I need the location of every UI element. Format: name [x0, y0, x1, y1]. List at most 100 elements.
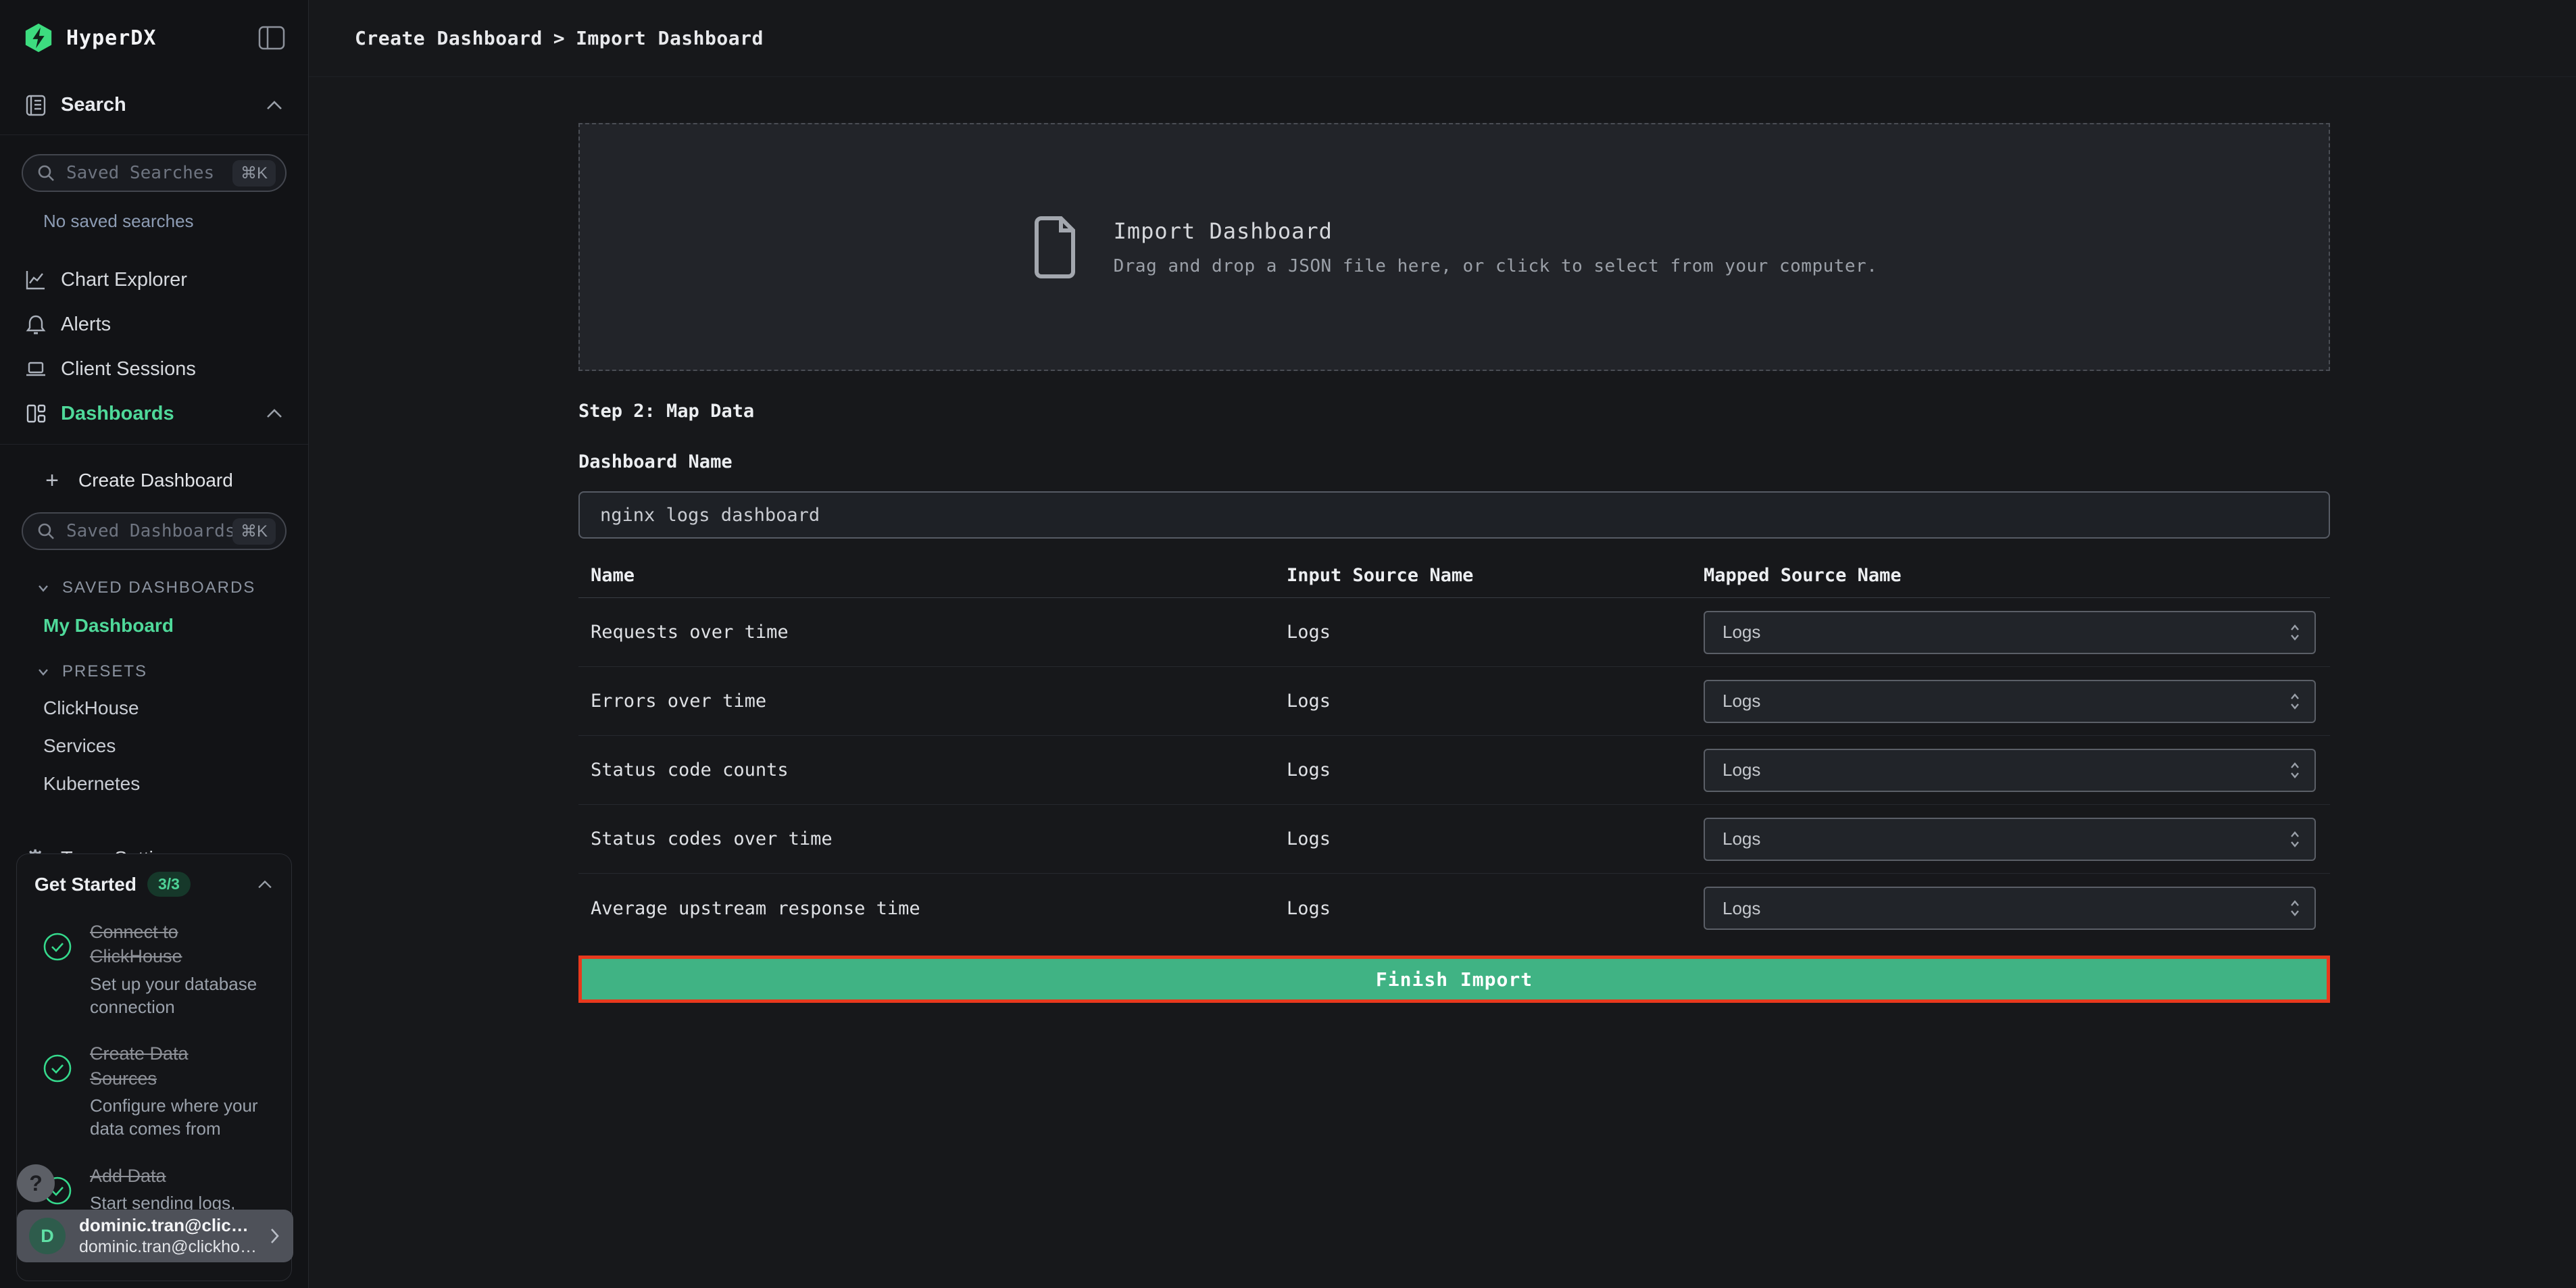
selected-option: Logs [1723, 898, 1760, 919]
get-started-header[interactable]: Get Started 3/3 [34, 872, 274, 897]
table-row: Status codes over time Logs Logs [578, 805, 2330, 874]
row-input-source: Logs [1287, 622, 1704, 643]
no-saved-searches-text: No saved searches [43, 211, 308, 232]
sidebar-item-kubernetes[interactable]: Kubernetes [43, 773, 308, 795]
app-root: HyperDX Search Saved Searches ⌘K No save… [0, 0, 2576, 1288]
get-started-item-sources[interactable]: Create Data Sources Configure where your… [34, 1041, 274, 1140]
table-row: Status code counts Logs Logs [578, 736, 2330, 805]
create-dashboard-button[interactable]: + Create Dashboard [0, 460, 308, 501]
get-started-item-title: Add Data [90, 1164, 259, 1188]
search-section-label: Search [61, 94, 126, 116]
finish-import-button[interactable]: Finish Import [578, 956, 2330, 1003]
main-area: Create Dashboard > Import Dashboard Import… [309, 0, 2576, 1288]
mapped-source-select[interactable]: Logs [1704, 749, 2316, 792]
presets-group-header[interactable]: PRESETS [35, 662, 308, 681]
mapping-table: Name Input Source Name Mapped Source Nam… [578, 553, 2330, 943]
get-started-title: Get Started [34, 874, 137, 895]
get-started-item-title: Create Data Sources [90, 1041, 259, 1091]
step-label: Step 2: Map Data [578, 401, 2330, 422]
dashboard-name-label: Dashboard Name [578, 451, 2330, 472]
sidebar-nav: Chart Explorer Alerts Client Sessions [0, 257, 308, 445]
table-row: Requests over time Logs Logs [578, 598, 2330, 667]
breadcrumb-create-dashboard[interactable]: Create Dashboard [355, 27, 543, 49]
sidebar-item-label: Alerts [61, 314, 111, 336]
mapped-source-select[interactable]: Logs [1704, 680, 2316, 723]
selected-option: Logs [1723, 828, 1760, 849]
user-name: dominic.tran@clic… [79, 1215, 257, 1236]
select-updown-icon [2289, 829, 2301, 849]
sidebar-item-client-sessions[interactable]: Client Sessions [0, 347, 308, 391]
select-updown-icon [2289, 691, 2301, 712]
selected-option: Logs [1723, 760, 1760, 781]
sidebar: HyperDX Search Saved Searches ⌘K No save… [0, 0, 309, 1288]
create-dashboard-label: Create Dashboard [78, 470, 233, 491]
check-circle-icon [43, 1054, 72, 1083]
select-updown-icon [2289, 760, 2301, 781]
dashboard-layout-icon [24, 402, 47, 425]
sidebar-collapse-icon[interactable] [258, 26, 285, 50]
get-started-progress-badge: 3/3 [147, 872, 191, 897]
sidebar-item-chart-explorer[interactable]: Chart Explorer [0, 257, 308, 302]
row-name: Status code counts [578, 760, 1287, 781]
saved-searches-input[interactable]: Saved Searches ⌘K [22, 154, 287, 192]
saved-dashboards-group-header[interactable]: SAVED DASHBOARDS [35, 578, 308, 597]
sidebar-item-label: Chart Explorer [61, 269, 187, 291]
saved-searches-placeholder: Saved Searches [66, 163, 232, 183]
sidebar-item-clickhouse[interactable]: ClickHouse [43, 697, 308, 719]
column-header-name: Name [578, 565, 1287, 586]
app-title: HyperDX [66, 26, 156, 50]
chevron-right-icon [268, 1226, 281, 1246]
chevron-up-icon[interactable] [265, 99, 284, 112]
chevron-up-icon[interactable] [256, 879, 274, 890]
group-label: SAVED DASHBOARDS [62, 578, 255, 597]
mapped-source-select[interactable]: Logs [1704, 887, 2316, 930]
sidebar-item-dashboards[interactable]: Dashboards [0, 391, 308, 436]
breadcrumb-bar: Create Dashboard > Import Dashboard [309, 0, 2576, 77]
bell-icon [24, 313, 47, 336]
selected-option: Logs [1723, 622, 1760, 643]
sidebar-item-alerts[interactable]: Alerts [0, 302, 308, 347]
avatar: D [29, 1218, 66, 1254]
dashboard-name-input[interactable]: nginx logs dashboard [578, 491, 2330, 539]
sidebar-item-my-dashboard[interactable]: My Dashboard [43, 615, 308, 637]
select-updown-icon [2289, 622, 2301, 643]
column-header-input-source: Input Source Name [1287, 565, 1704, 586]
row-input-source: Logs [1287, 760, 1704, 781]
sidebar-item-services[interactable]: Services [43, 735, 308, 757]
shortcut-badge: ⌘K [232, 160, 276, 187]
get-started-item-connect[interactable]: Connect to ClickHouse Set up your databa… [34, 920, 274, 1018]
breadcrumb-separator: > [553, 27, 565, 49]
plus-icon: + [41, 468, 64, 494]
search-icon [36, 164, 55, 182]
selected-option: Logs [1723, 691, 1760, 712]
mapped-source-select[interactable]: Logs [1704, 611, 2316, 654]
search-section-header[interactable]: Search [0, 76, 308, 135]
saved-dashboards-input[interactable]: Saved Dashboards ⌘K [22, 512, 287, 550]
sidebar-item-label: Client Sessions [61, 358, 196, 380]
help-button[interactable]: ? [17, 1164, 55, 1202]
sidebar-item-label: Dashboards [61, 403, 174, 425]
import-dropzone[interactable]: Import Dashboard Drag and drop a JSON fi… [578, 123, 2330, 371]
logo-row: HyperDX [0, 0, 308, 76]
table-row: Errors over time Logs Logs [578, 667, 2330, 736]
user-email: dominic.tran@clickho… [79, 1237, 257, 1257]
dashboard-name-value: nginx logs dashboard [600, 505, 820, 526]
laptop-icon [24, 357, 47, 380]
hyperdx-logo-icon [23, 22, 54, 53]
get-started-item-desc: Configure where your data comes from [90, 1095, 266, 1141]
file-icon [1031, 216, 1079, 278]
dropzone-subtitle: Drag and drop a JSON file here, or click… [1114, 256, 1878, 276]
finish-import-label: Finish Import [1376, 968, 1533, 991]
table-row: Average upstream response time Logs Logs [578, 874, 2330, 943]
journal-search-icon [24, 94, 47, 117]
shortcut-badge: ⌘K [232, 518, 276, 545]
chevron-up-icon[interactable] [265, 407, 284, 420]
dropzone-title: Import Dashboard [1114, 218, 1878, 244]
row-input-source: Logs [1287, 691, 1704, 712]
mapped-source-select[interactable]: Logs [1704, 818, 2316, 861]
user-menu[interactable]: D dominic.tran@clic… dominic.tran@clickh… [17, 1210, 293, 1262]
breadcrumb-import-dashboard: Import Dashboard [576, 27, 764, 49]
check-circle-icon [43, 932, 72, 962]
chart-line-icon [24, 268, 47, 291]
divider [0, 444, 308, 445]
